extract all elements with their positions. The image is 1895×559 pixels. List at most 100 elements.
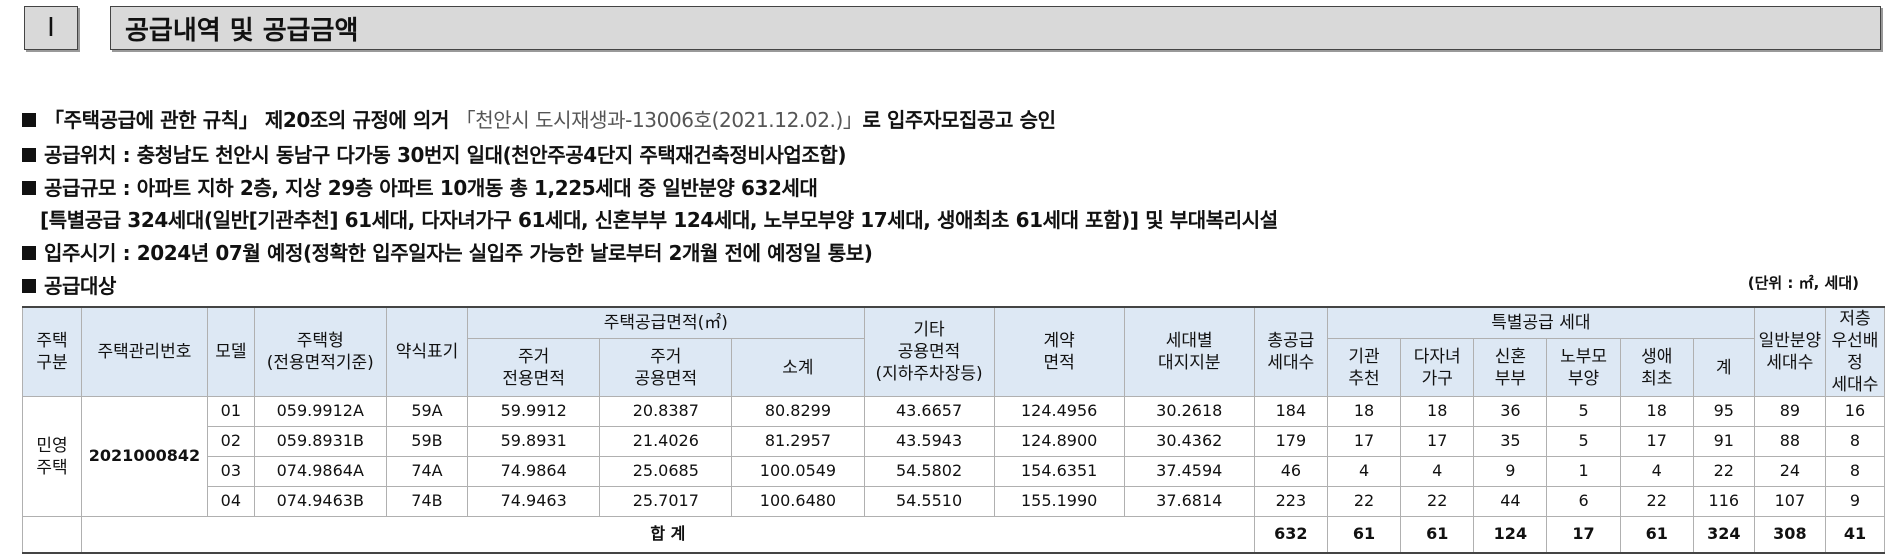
header-other-common-area: 기타 공용면적 (지하주차장등)	[863, 306, 995, 398]
cell-exclusive: 59.9912	[467, 396, 601, 428]
header-lower-floor: 저층 우선배정 세대수	[1824, 306, 1886, 398]
supply-table: 주택 구분 주택관리번호 모델 주택형 (전용면적기준) 약식표기 주택공급면적…	[22, 306, 1886, 555]
cell-short: 74A	[385, 456, 469, 488]
cell-special-sum: 116	[1692, 486, 1755, 518]
table-total-row: 합 계 632 61 61 124 17 61 324 308 41	[22, 516, 1886, 555]
header-subtotal: 소계	[731, 338, 865, 398]
cell-model: 04	[206, 486, 255, 518]
cell-total-parent: 17	[1546, 516, 1621, 555]
cell-special-institution: 4	[1326, 456, 1402, 488]
note-approval: 「주택공급에 관한 규칙」 제20조의 규정에 의거 「천안시 도시재생과-13…	[22, 104, 1056, 133]
cell-land: 37.4594	[1123, 456, 1255, 488]
header-supply-area-group: 주택공급면적(㎡)	[467, 306, 865, 340]
note-target-text: 공급대상	[44, 274, 116, 298]
cell-common: 20.8387	[599, 396, 733, 428]
cell-special-sum: 91	[1692, 426, 1755, 458]
note-target: 공급대상	[22, 270, 116, 299]
header-special-supply-group: 특별공급 세대	[1326, 306, 1755, 340]
cell-model: 03	[206, 456, 255, 488]
table-row: 04 074.9463B 74B 74.9463 25.7017 100.648…	[23, 486, 1886, 518]
square-bullet-icon	[22, 148, 36, 162]
cell-land: 37.6814	[1123, 486, 1255, 518]
header-total-supply: 총공급 세대수	[1253, 306, 1328, 398]
note-approval-highlight: 「천안시 도시재생과-13006호(2021.12.02.)」	[455, 108, 863, 132]
note-move-in: 입주시기 : 2024년 07월 예정(정확한 입주일자는 실입주 가능한 날로…	[22, 237, 873, 266]
cell-special-institution: 17	[1326, 426, 1402, 458]
section-number: I	[24, 6, 78, 50]
section-title: 공급내역 및 공급금액	[110, 6, 1881, 50]
cell-special-multichild: 17	[1400, 426, 1475, 458]
cell-special-sum: 95	[1692, 396, 1755, 428]
cell-special-institution: 18	[1326, 396, 1402, 428]
header-special-firsttime: 생애 최초	[1619, 338, 1694, 398]
cell-land: 30.4362	[1123, 426, 1255, 458]
cell-contract: 155.1990	[993, 486, 1125, 518]
cell-short: 59A	[385, 396, 469, 428]
cell-total-supply-sum: 632	[1253, 516, 1328, 555]
cell-special-multichild: 22	[1400, 486, 1475, 518]
header-exclusive-area: 주거 전용면적	[467, 338, 601, 398]
cell-general: 107	[1753, 486, 1826, 518]
cell-total-lower-floor: 41	[1824, 516, 1886, 555]
cell-exclusive: 74.9463	[467, 486, 601, 518]
cell-special-newlywed: 36	[1473, 396, 1548, 428]
cell-total-institution: 61	[1326, 516, 1402, 555]
cell-common: 25.7017	[599, 486, 733, 518]
cell-other-common: 54.5802	[863, 456, 995, 488]
cell-special-parent: 5	[1546, 426, 1621, 458]
table-row: 03 074.9864A 74A 74.9864 25.0685 100.054…	[23, 456, 1886, 488]
cell-special-firsttime: 22	[1619, 486, 1694, 518]
cell-type: 074.9463B	[253, 486, 387, 518]
cell-type: 074.9864A	[253, 456, 387, 488]
cell-contract: 124.8900	[993, 426, 1125, 458]
header-special-sum: 계	[1692, 338, 1755, 398]
header-common-area: 주거 공용면적	[599, 338, 733, 398]
header-housing-type: 주택 구분	[22, 306, 82, 398]
cell-exclusive: 74.9864	[467, 456, 601, 488]
header-model: 모델	[206, 306, 255, 398]
cell-contract: 124.4956	[993, 396, 1125, 428]
cell-special-newlywed: 44	[1473, 486, 1548, 518]
cell-contract: 154.6351	[993, 456, 1125, 488]
cell-type: 059.9912A	[253, 396, 387, 428]
note-scale: 공급규모 : 아파트 지하 2층, 지상 29층 아파트 10개동 총 1,22…	[22, 172, 818, 201]
cell-management-number: 2021000842	[80, 396, 208, 518]
header-special-institution: 기관 추천	[1326, 338, 1402, 398]
cell-general: 24	[1753, 456, 1826, 488]
cell-common: 21.4026	[599, 426, 733, 458]
cell-special-institution: 22	[1326, 486, 1402, 518]
cell-special-firsttime: 4	[1619, 456, 1694, 488]
cell-special-firsttime: 17	[1619, 426, 1694, 458]
header-contract-area: 계약 면적	[993, 306, 1125, 398]
cell-total-firsttime: 61	[1619, 516, 1694, 555]
cell-total-multichild: 61	[1400, 516, 1475, 555]
cell-total-special-sum: 324	[1692, 516, 1755, 555]
header-land-share: 세대별 대지지분	[1123, 306, 1255, 398]
note-special-supply-text: [특별공급 324세대(일반[기관추천] 61세대, 다자녀가구 61세대, 신…	[40, 208, 1278, 232]
cell-total-supply: 179	[1253, 426, 1328, 458]
cell-lower-floor: 8	[1824, 426, 1886, 458]
cell-special-sum: 22	[1692, 456, 1755, 488]
cell-land: 30.2618	[1123, 396, 1255, 428]
note-scale-text: 공급규모 : 아파트 지하 2층, 지상 29층 아파트 10개동 총 1,22…	[44, 176, 818, 200]
note-approval-suffix: 로 입주자모집공고 승인	[862, 108, 1056, 132]
cell-special-parent: 6	[1546, 486, 1621, 518]
cell-subtotal: 100.6480	[731, 486, 865, 518]
cell-subtotal: 80.8299	[731, 396, 865, 428]
cell-model: 02	[206, 426, 255, 458]
cell-total-supply: 223	[1253, 486, 1328, 518]
header-special-parent: 노부모 부양	[1546, 338, 1621, 398]
note-special-supply: [특별공급 324세대(일반[기관추천] 61세대, 다자녀가구 61세대, 신…	[40, 204, 1278, 233]
note-move-in-text: 입주시기 : 2024년 07월 예정(정확한 입주일자는 실입주 가능한 날로…	[44, 241, 873, 265]
cell-total-supply: 46	[1253, 456, 1328, 488]
cell-special-parent: 5	[1546, 396, 1621, 428]
cell-special-parent: 1	[1546, 456, 1621, 488]
cell-housing-group: 민영 주택	[22, 396, 82, 518]
cell-lower-floor: 9	[1824, 486, 1886, 518]
cell-other-common: 43.5943	[863, 426, 995, 458]
header-special-newlywed: 신혼 부부	[1473, 338, 1548, 398]
header-special-multichild: 다자녀 가구	[1400, 338, 1475, 398]
cell-lower-floor: 16	[1824, 396, 1886, 428]
cell-short: 59B	[385, 426, 469, 458]
square-bullet-icon	[22, 246, 36, 260]
